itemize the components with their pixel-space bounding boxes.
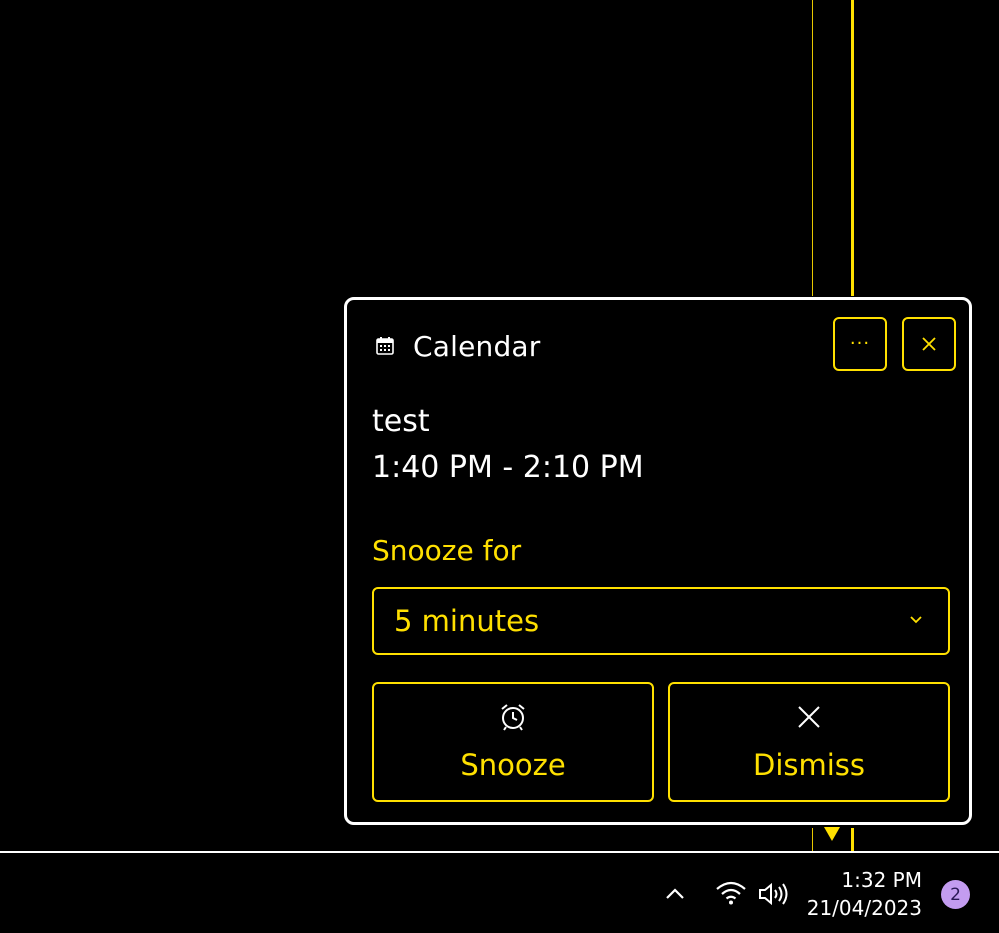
calendar-icon — [375, 336, 395, 356]
snooze-duration-select[interactable]: 5 minutes — [372, 587, 950, 655]
volume-icon[interactable] — [757, 881, 789, 907]
snooze-duration-value: 5 minutes — [394, 604, 540, 638]
close-icon — [798, 706, 820, 728]
window-edge-line — [812, 828, 813, 852]
dismiss-button-label: Dismiss — [752, 748, 866, 782]
close-button[interactable] — [902, 317, 956, 371]
event-title: test — [372, 404, 430, 439]
calendar-notification: Calendar ··· test 1:40 PM - 2:10 PM Snoo… — [344, 297, 972, 825]
snooze-label: Snooze for — [372, 534, 522, 567]
more-icon: ··· — [849, 333, 871, 354]
event-time: 1:40 PM - 2:10 PM — [372, 450, 644, 485]
notification-count-badge[interactable]: 2 — [941, 880, 970, 909]
dismiss-button[interactable]: Dismiss — [668, 682, 950, 802]
notification-header: Calendar — [375, 328, 541, 364]
chevron-down-icon — [910, 616, 922, 624]
clock-time[interactable]: 1:32 PM — [841, 868, 922, 892]
close-icon — [922, 337, 936, 351]
snooze-button-label: Snooze — [460, 748, 566, 782]
app-name: Calendar — [413, 329, 541, 363]
more-options-button[interactable]: ··· — [833, 317, 887, 371]
chevron-up-icon[interactable] — [664, 887, 686, 901]
snooze-button[interactable]: Snooze — [372, 682, 654, 802]
window-edge-line — [851, 828, 854, 852]
wifi-icon[interactable] — [715, 880, 747, 906]
window-edge-line — [851, 0, 854, 296]
alarm-clock-icon — [501, 704, 525, 731]
drop-marker-icon — [824, 827, 840, 841]
clock-date[interactable]: 21/04/2023 — [807, 896, 922, 920]
taskbar: 1:32 PM 21/04/2023 2 — [0, 851, 999, 933]
window-edge-line — [812, 0, 813, 296]
